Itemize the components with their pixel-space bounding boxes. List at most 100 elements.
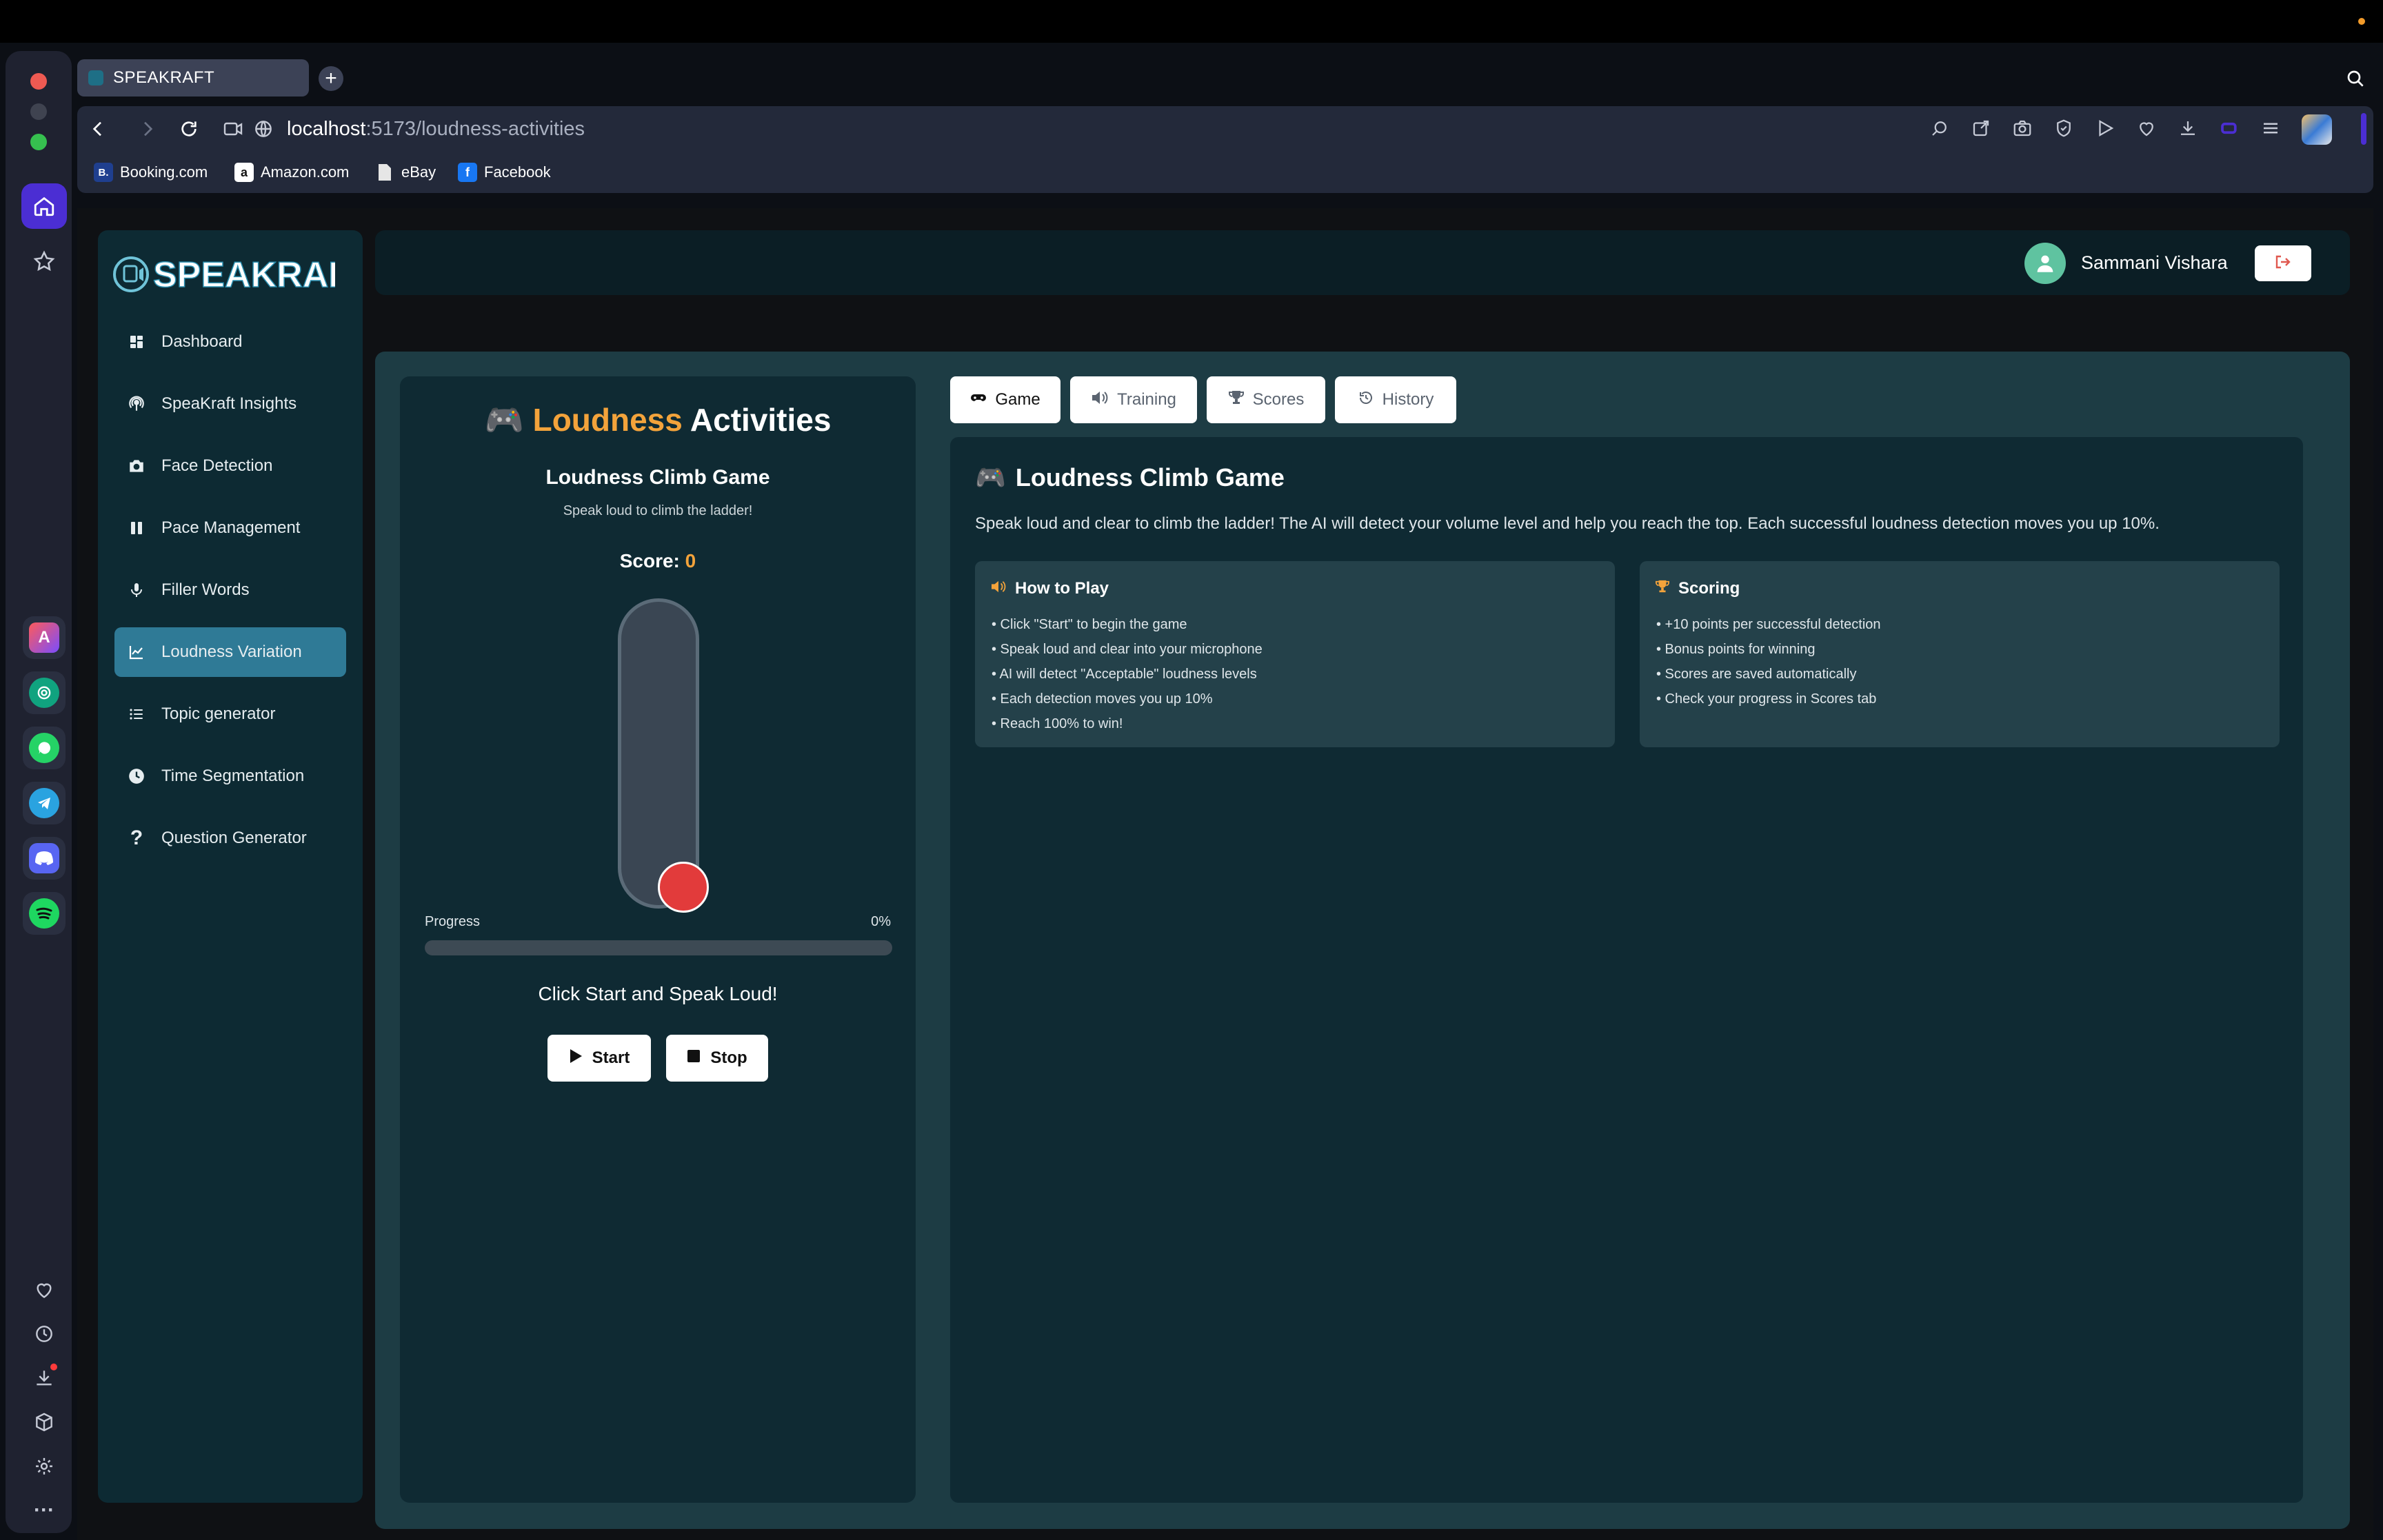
vpn-shield-icon[interactable] [2053,118,2074,139]
start-button[interactable]: Start [547,1035,651,1082]
tab-label: History [1382,390,1434,409]
camera-snapshot-icon[interactable] [222,118,244,140]
battery-saver-icon[interactable] [2219,118,2240,139]
share-icon[interactable] [1971,118,1991,139]
gamepad-icon [970,390,987,409]
list-item: • Bonus points for winning [1656,642,1816,657]
minimize-window-button[interactable] [30,103,47,120]
profile-avatar[interactable] [2302,114,2332,145]
scoring-card: Scoring • +10 points per successful dete… [1640,561,2280,747]
tab-label: Scores [1252,390,1305,409]
document-icon [375,163,394,182]
downloads-icon[interactable] [21,1355,67,1401]
new-tab-button[interactable]: + [319,66,343,91]
more-options-icon[interactable]: ··· [21,1488,67,1533]
bookmark-label: Facebook [484,163,551,181]
snapshot-icon[interactable] [2012,118,2033,139]
settings-gear-icon[interactable] [21,1443,67,1489]
extensions-cube-icon[interactable] [21,1399,67,1445]
tab-label: Training [1117,390,1176,409]
url-host: localhost [287,118,366,140]
reload-icon[interactable] [178,118,200,140]
stop-icon [687,1048,701,1068]
address-bar: localhost:5173/loudness-activities [77,106,2373,152]
tab-game[interactable]: Game [950,376,1060,423]
score-display: Score: 0 [400,550,916,572]
start-label: Start [592,1048,630,1067]
list-item: • Speak loud and clear into your microph… [992,642,1263,657]
tab-scores[interactable]: Scores [1207,376,1325,423]
sidebar-handle[interactable] [2361,113,2366,145]
sidebar-item-speakraft-insights[interactable]: SpeaKraft Insights [114,379,346,429]
sidebar-item-face-detection[interactable]: Face Detection [114,441,346,491]
list-icon [127,705,146,724]
back-icon[interactable] [87,118,109,140]
easy-setup-menu-icon[interactable] [2260,118,2281,139]
discord-app-icon[interactable] [23,837,66,880]
bookmark-amazon[interactable]: a Amazon.com [234,160,349,185]
podcast-icon [127,394,146,414]
star-icon[interactable] [21,239,67,284]
close-window-button[interactable] [30,73,47,90]
zoom-window-button[interactable] [30,134,47,150]
card-title-text: How to Play [1015,579,1109,598]
spotify-app-icon[interactable] [23,892,66,935]
forward-icon[interactable] [137,118,159,140]
sidebar-item-pace-management[interactable]: Pace Management [114,503,346,553]
clock-icon [127,767,146,786]
booking-icon: B. [94,163,113,182]
user-avatar[interactable] [2024,243,2066,284]
sidebar-item-label: Time Segmentation [161,767,305,785]
heart-icon[interactable] [21,1267,67,1313]
sidebar-item-time-segmentation[interactable]: Time Segmentation [114,751,346,801]
panel-title: 🎮 Loudness Climb Game [975,463,1285,492]
bookmark-booking[interactable]: B. Booking.com [94,160,208,185]
tab-title: SPEAKRAFT [113,68,215,87]
sidebar-item-dashboard[interactable]: Dashboard [114,317,346,367]
tab-history[interactable]: History [1335,376,1456,423]
card-title: Scoring [1655,579,1740,598]
logout-button[interactable] [2255,245,2311,281]
search-zoom-icon[interactable] [1929,118,1950,139]
my-flow-heart-icon[interactable] [2136,118,2157,139]
stop-label: Stop [710,1048,747,1067]
main-content: 🎮 Loudness Activities Loudness Climb Gam… [375,352,2350,1529]
card-title: How to Play [990,579,1109,598]
bookmark-label: Booking.com [120,163,208,181]
bookmark-facebook[interactable]: f Facebook [458,160,551,185]
sidebar-item-loudness-variation[interactable]: Loudness Variation [114,627,346,677]
progress-label: Progress [425,914,481,929]
telegram-app-icon[interactable] [23,782,66,824]
url-path: :5173/loudness-activities [365,118,585,140]
whatsapp-app-icon[interactable] [23,727,66,769]
list-item: • Scores are saved automatically [1656,667,1857,682]
tab-search-icon[interactable] [2344,68,2366,90]
chatgpt-app-icon[interactable] [23,671,66,714]
bookmark-ebay[interactable]: eBay [375,160,436,185]
title-accent: Loudness [532,402,683,438]
game-title: Loudness Climb Game [545,466,770,489]
tab-favicon-icon [88,70,103,85]
os-menubar [0,0,2383,43]
how-to-play-card: How to Play • Click "Start" to begin the… [975,561,1615,747]
list-item: • +10 points per successful detection [1656,617,1881,632]
scoring-list: • +10 points per successful detection • … [1656,612,1881,711]
sidebar-item-topic-generator[interactable]: Topic generator [114,689,346,739]
user-name: Sammani Vishara [2081,252,2228,273]
history-clock-icon[interactable] [21,1311,67,1357]
trophy-icon [1228,390,1245,410]
player-play-icon[interactable] [2095,118,2115,139]
aria-app-icon[interactable]: A [23,616,66,659]
download-icon[interactable] [2178,118,2198,139]
volume-icon [1091,390,1109,410]
url-field[interactable]: localhost:5173/loudness-activities [287,118,585,141]
bookmarks-bar: B. Booking.com a Amazon.com eBay f Faceb… [77,152,2373,193]
page-title: 🎮 Loudness Activities [400,401,916,439]
stop-button[interactable]: Stop [666,1035,768,1082]
browser-tab-active[interactable]: SPEAKRAFT [77,59,309,97]
speakraft-logo[interactable]: SPEAKRAFT [112,250,373,298]
home-icon[interactable] [21,183,67,229]
tab-training[interactable]: Training [1070,376,1197,423]
sidebar-item-filler-words[interactable]: Filler Words [114,565,346,615]
sidebar-item-question-generator[interactable]: ? Question Generator [114,813,346,863]
